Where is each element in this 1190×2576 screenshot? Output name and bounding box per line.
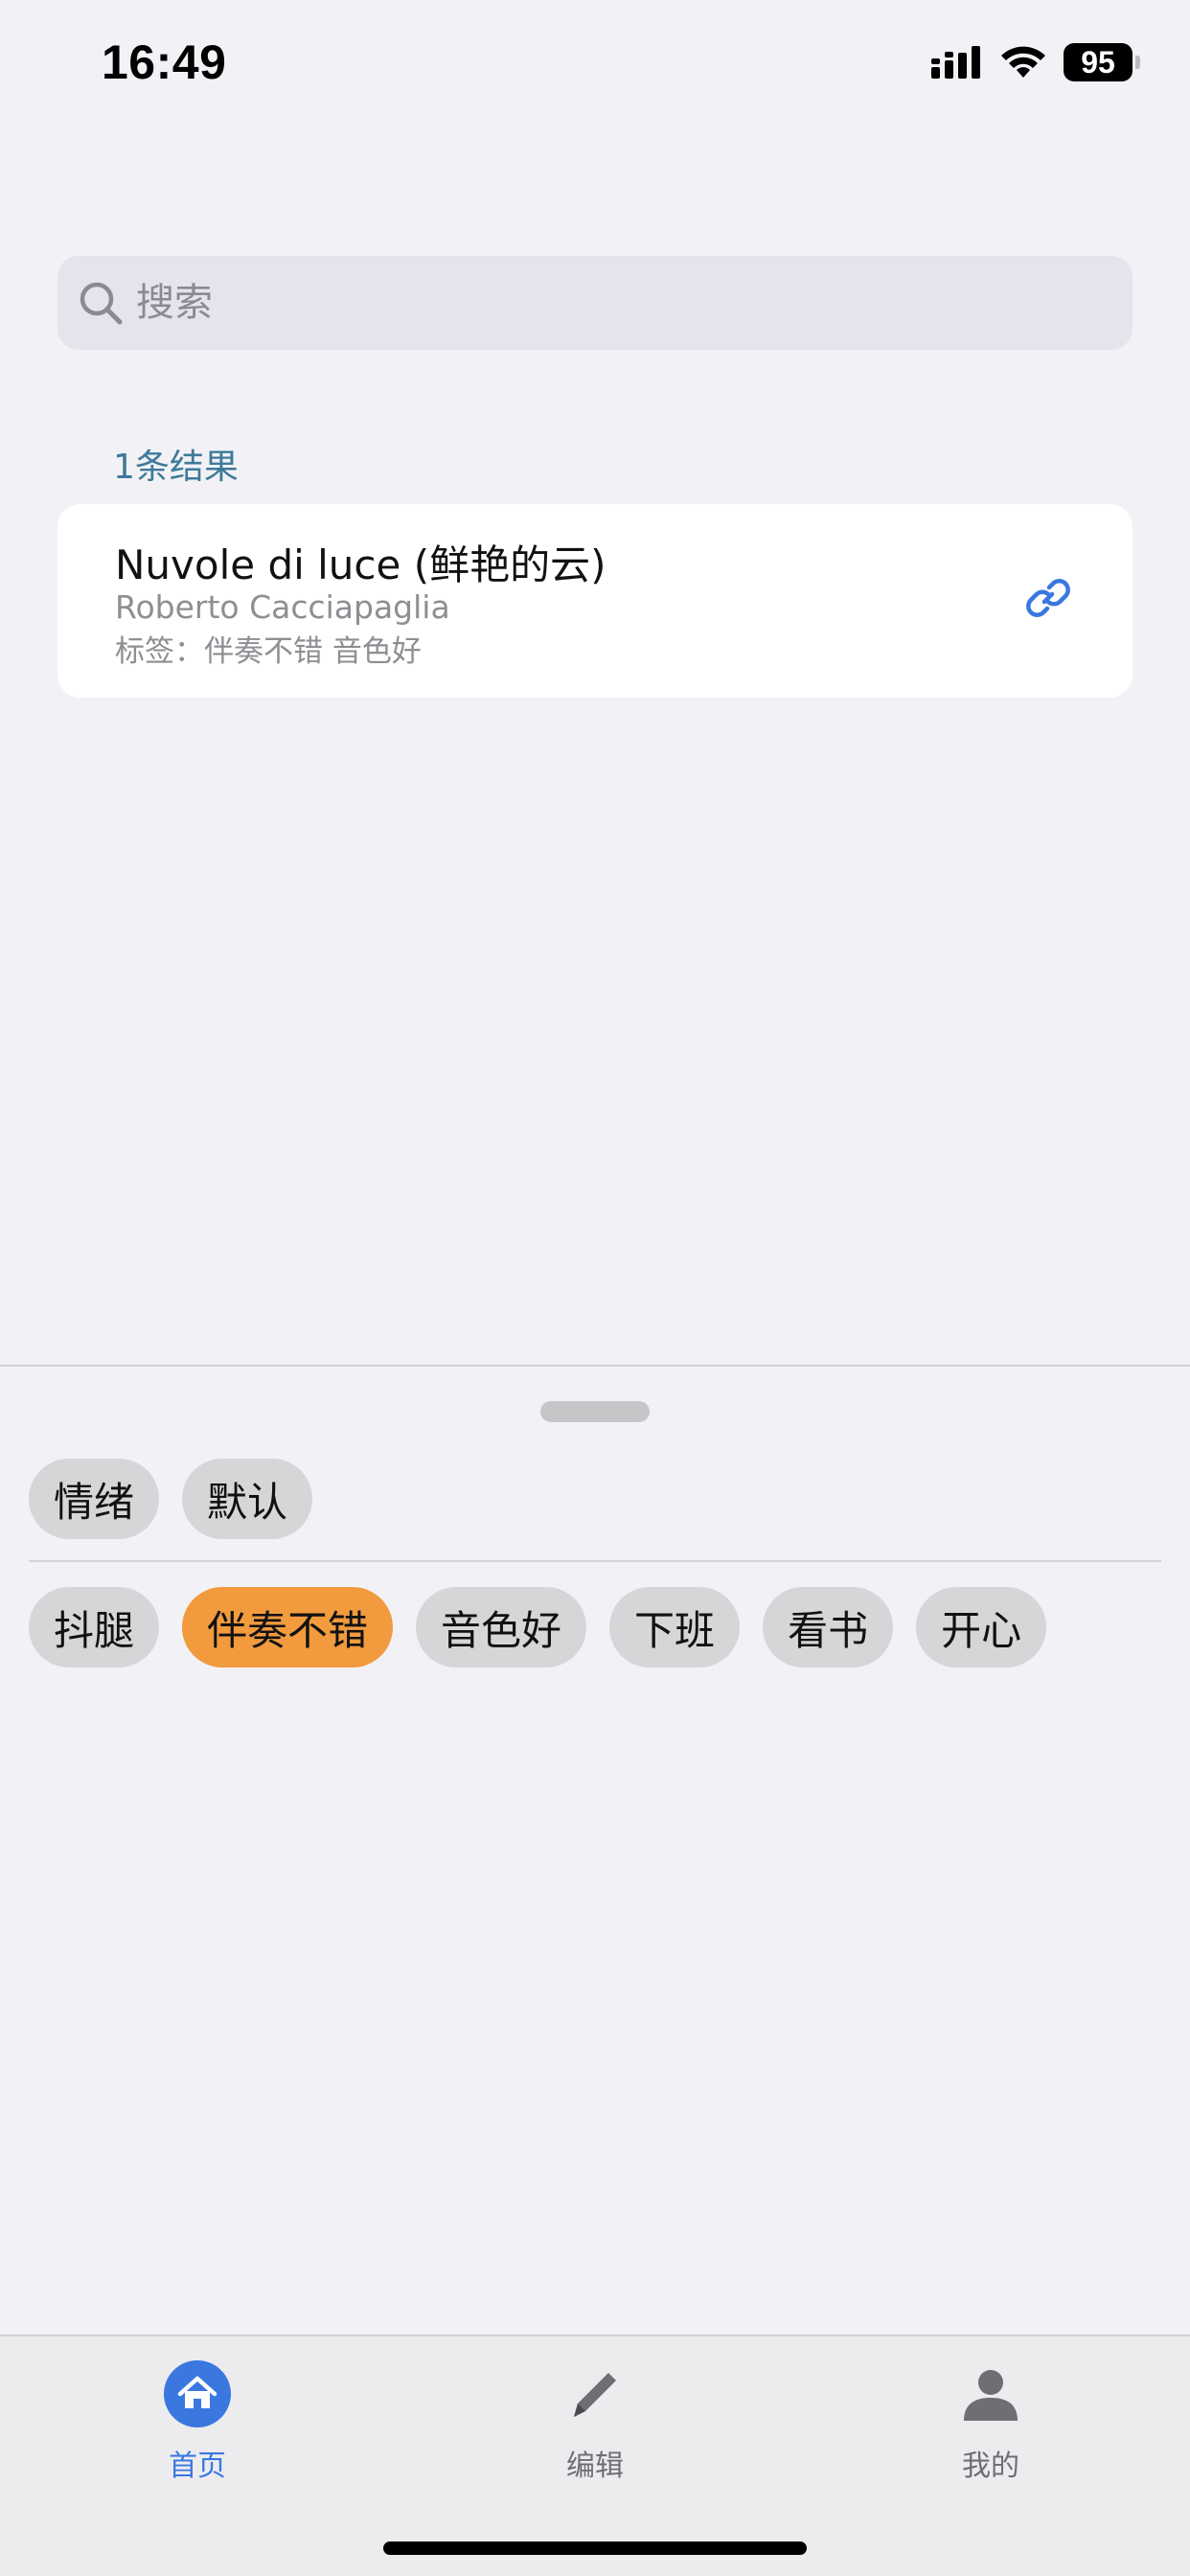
- tag-chip[interactable]: 开心: [916, 1587, 1047, 1668]
- person-icon: [964, 2370, 1018, 2421]
- tag-chip[interactable]: 音色好: [416, 1587, 587, 1668]
- home-indicator: [383, 2542, 807, 2555]
- battery-icon: 95: [1064, 43, 1140, 81]
- home-icon: [164, 2360, 231, 2427]
- tab-home[interactable]: 首页: [102, 2359, 293, 2484]
- tab-me[interactable]: 我的: [895, 2359, 1087, 2484]
- results-count: 1条结果: [113, 448, 239, 487]
- category-chip-default[interactable]: 默认: [182, 1459, 313, 1539]
- tab-home-label: 首页: [169, 2450, 226, 2483]
- tab-me-label: 我的: [962, 2450, 1019, 2483]
- song-artist: Roberto Cacciapaglia: [115, 588, 450, 626]
- song-tags: 标签：伴奏不错 音色好: [115, 634, 422, 669]
- battery-level: 95: [1081, 44, 1115, 80]
- song-title: Nuvole di luce (鲜艳的云): [115, 541, 606, 588]
- tab-edit-label: 编辑: [566, 2450, 624, 2483]
- category-row: 情绪 默认: [29, 1459, 313, 1539]
- cellular-signal-icon: [931, 46, 980, 79]
- search-bar[interactable]: [57, 256, 1133, 350]
- tag-row: 抖腿 伴奏不错 音色好 下班 看书 开心: [29, 1587, 1047, 1668]
- status-time: 16:49: [102, 35, 227, 89]
- status-bar: 16:49 95: [0, 0, 1190, 134]
- tag-sheet: 情绪 默认 抖腿 伴奏不错 音色好 下班 看书 开心: [0, 1365, 1190, 2334]
- tag-chip-selected[interactable]: 伴奏不错: [182, 1587, 394, 1668]
- search-icon: [80, 282, 123, 325]
- result-card[interactable]: Nuvole di luce (鲜艳的云) Roberto Cacciapagl…: [57, 504, 1133, 698]
- search-input[interactable]: [136, 256, 1113, 350]
- tab-edit[interactable]: 编辑: [499, 2359, 691, 2484]
- divider: [29, 1560, 1161, 1562]
- sheet-drag-handle[interactable]: [540, 1401, 650, 1422]
- tag-chip[interactable]: 下班: [609, 1587, 741, 1668]
- category-chip-emotion[interactable]: 情绪: [29, 1459, 160, 1539]
- tag-chip[interactable]: 看书: [763, 1587, 894, 1668]
- link-icon[interactable]: [1021, 571, 1075, 625]
- tab-bar: 首页 编辑 我的: [0, 2334, 1190, 2576]
- status-icons: 95: [931, 40, 1140, 84]
- tag-chip[interactable]: 抖腿: [29, 1587, 160, 1668]
- wifi-icon: [1001, 46, 1045, 78]
- pencil-icon: [574, 2373, 616, 2417]
